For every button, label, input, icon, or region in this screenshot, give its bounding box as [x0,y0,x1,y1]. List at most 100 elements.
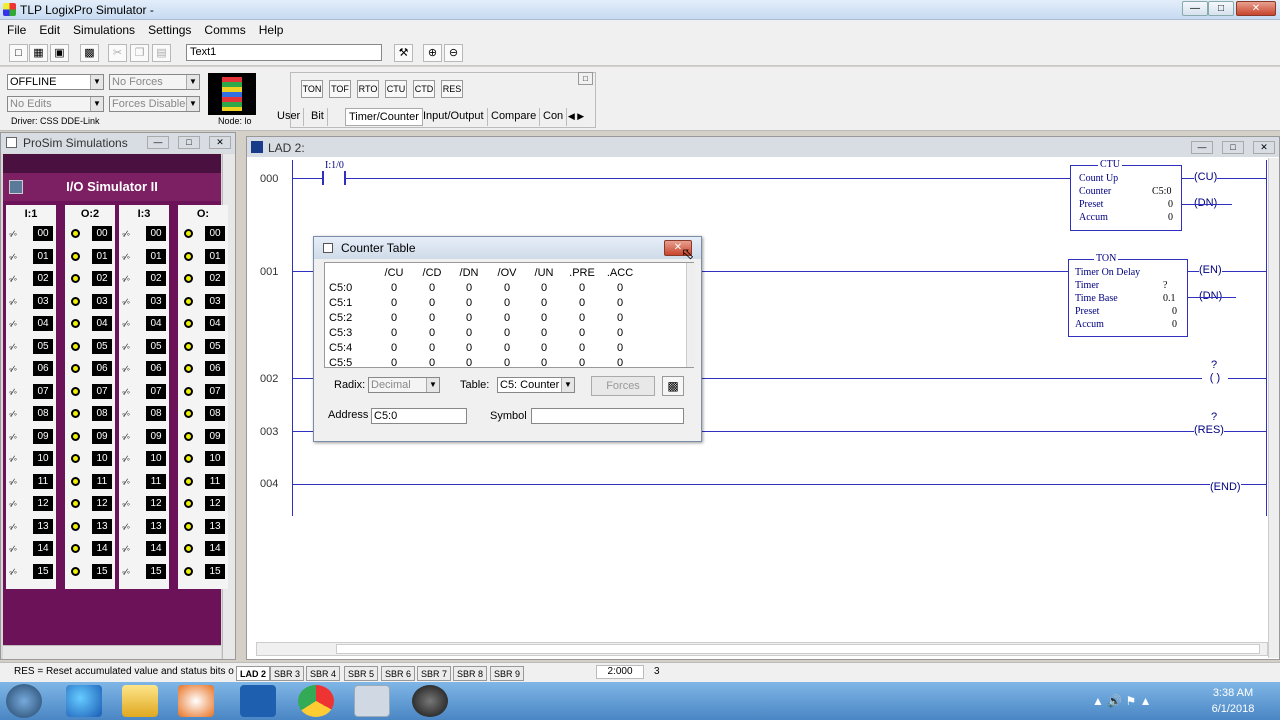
table-cell[interactable]: 0 [376,342,412,354]
tab-timer-counter[interactable]: Timer/Counter [345,108,423,126]
table-cell[interactable]: 0 [414,342,450,354]
text-field[interactable]: Text1 [186,44,382,61]
io-row[interactable]: 14 [178,538,228,560]
io-row[interactable]: 11 [65,471,115,493]
ton-button[interactable]: TON [301,80,323,98]
table-cell[interactable]: 0 [489,297,525,309]
toggle-switch-icon[interactable]: ◦∕◦ [122,409,140,419]
minimize-button[interactable]: — [1182,1,1208,16]
io-row[interactable]: ◦∕◦ 04 [119,313,169,335]
column-header[interactable]: /CU [376,267,412,279]
table-cell[interactable]: 0 [526,342,562,354]
io-row[interactable]: ◦∕◦ 15 [119,561,169,583]
toggle-switch-icon[interactable]: ◦∕◦ [9,454,27,464]
io-row[interactable]: ◦∕◦ 08 [119,403,169,425]
routine-tab[interactable]: LAD 2 [236,666,271,681]
open-folder-icon[interactable]: ▦ [29,44,48,62]
io-row[interactable]: ◦∕◦ 15 [6,561,56,583]
io-row[interactable]: ◦∕◦ 11 [6,471,56,493]
toggle-switch-icon[interactable]: ◦∕◦ [122,252,140,262]
io-row[interactable]: 05 [178,336,228,358]
copy-icon[interactable]: ❐ [130,44,149,62]
io-row[interactable]: ◦∕◦ 07 [6,381,56,403]
io-row[interactable]: ◦∕◦ 08 [6,403,56,425]
toggle-switch-icon[interactable]: ◦∕◦ [9,274,27,284]
grid-vscroll[interactable] [686,263,695,367]
table-cell[interactable]: 0 [526,297,562,309]
toggle-switch-icon[interactable]: ◦∕◦ [122,499,140,509]
menu-settings[interactable]: Settings [141,20,197,37]
column-header[interactable]: .PRE [564,267,600,279]
io-row[interactable]: ◦∕◦ 01 [119,246,169,268]
tab-scroll-arrows-icon[interactable]: ◀ ▶ [561,108,591,124]
table-cell[interactable]: 0 [602,357,638,369]
rung-number[interactable]: 003 [260,426,278,438]
routine-tab[interactable]: SBR 5 [344,666,379,681]
routine-tab[interactable]: SBR 8 [453,666,488,681]
toggle-switch-icon[interactable]: ◦∕◦ [122,274,140,284]
table-cell[interactable]: 0 [414,327,450,339]
toggle-switch-icon[interactable]: ◦∕◦ [9,364,27,374]
forces-select[interactable]: No Forces ▼ [109,74,200,90]
edits-select[interactable]: No Edits ▼ [7,96,104,112]
menu-help[interactable]: Help [252,20,290,37]
table-cell[interactable]: 0 [564,282,600,294]
routine-tab[interactable]: SBR 9 [490,666,525,681]
io-row[interactable]: 00 [178,223,228,245]
toggle-switch-icon[interactable]: ◦∕◦ [122,342,140,352]
table-cell[interactable]: 0 [414,312,450,324]
io-row[interactable]: ◦∕◦ 09 [119,426,169,448]
toggle-switch-icon[interactable]: ◦∕◦ [122,567,140,577]
table-cell[interactable]: 0 [376,312,412,324]
toggle-switch-icon[interactable]: ◦∕◦ [9,387,27,397]
table-cell[interactable]: 0 [489,327,525,339]
table-cell[interactable]: 0 [602,327,638,339]
toggle-switch-icon[interactable]: ◦∕◦ [122,387,140,397]
routine-tab[interactable]: SBR 7 [417,666,452,681]
toggle-switch-icon[interactable]: ◦∕◦ [9,297,27,307]
table-cell[interactable]: 0 [451,357,487,369]
table-cell[interactable]: 0 [489,357,525,369]
io-row[interactable]: 10 [178,448,228,470]
toggle-switch-icon[interactable]: ◦∕◦ [122,432,140,442]
mode-select[interactable]: OFFLINE ▼ [7,74,104,90]
io-row[interactable]: 07 [178,381,228,403]
io-row[interactable]: ◦∕◦ 10 [6,448,56,470]
clock-date[interactable]: 6/1/2018 [1204,703,1262,715]
io-row[interactable]: 08 [65,403,115,425]
radix-select[interactable]: Decimal ▼ [368,377,440,393]
toggle-switch-icon[interactable]: ◦∕◦ [9,342,27,352]
print-icon[interactable]: ▩ [80,44,99,62]
io-row[interactable]: 04 [65,313,115,335]
io-row[interactable]: 10 [65,448,115,470]
table-cell[interactable]: 0 [602,297,638,309]
tab-input-output[interactable]: Input/Output [420,108,488,126]
io-row[interactable]: ◦∕◦ 06 [119,358,169,380]
table-row-name[interactable]: C5:0 [329,282,352,294]
toggle-switch-icon[interactable]: ◦∕◦ [122,544,140,554]
rung-number[interactable]: 004 [260,478,278,490]
logixpro-taskbar-icon[interactable] [354,685,390,717]
table-select[interactable]: C5: Counter ▼ [497,377,575,393]
table-cell[interactable]: 0 [451,282,487,294]
toggle-switch-icon[interactable]: ◦∕◦ [9,409,27,419]
io-row[interactable]: ◦∕◦ 01 [6,246,56,268]
app-taskbar-icon[interactable] [240,685,276,717]
toggle-switch-icon[interactable]: ◦∕◦ [9,252,27,262]
table-cell[interactable]: 0 [451,327,487,339]
io-row[interactable]: ◦∕◦ 00 [6,223,56,245]
clock-time[interactable]: 3:38 AM [1208,687,1258,699]
tab-user[interactable]: User [274,108,305,126]
forces-button[interactable]: Forces [591,376,655,396]
io-row[interactable]: ◦∕◦ 05 [6,336,56,358]
zoom-in-icon[interactable]: ⊕ [423,44,442,62]
menu-edit[interactable]: Edit [32,20,66,37]
table-cell[interactable]: 0 [602,312,638,324]
save-icon[interactable]: ▣ [50,44,69,62]
column-header[interactable]: /CD [414,267,450,279]
column-header[interactable]: /UN [526,267,562,279]
address-field[interactable]: C5:0 [371,408,467,424]
restore-icon[interactable]: □ [578,72,593,85]
io-row[interactable]: ◦∕◦ 03 [119,291,169,313]
toggle-switch-icon[interactable]: ◦∕◦ [122,522,140,532]
